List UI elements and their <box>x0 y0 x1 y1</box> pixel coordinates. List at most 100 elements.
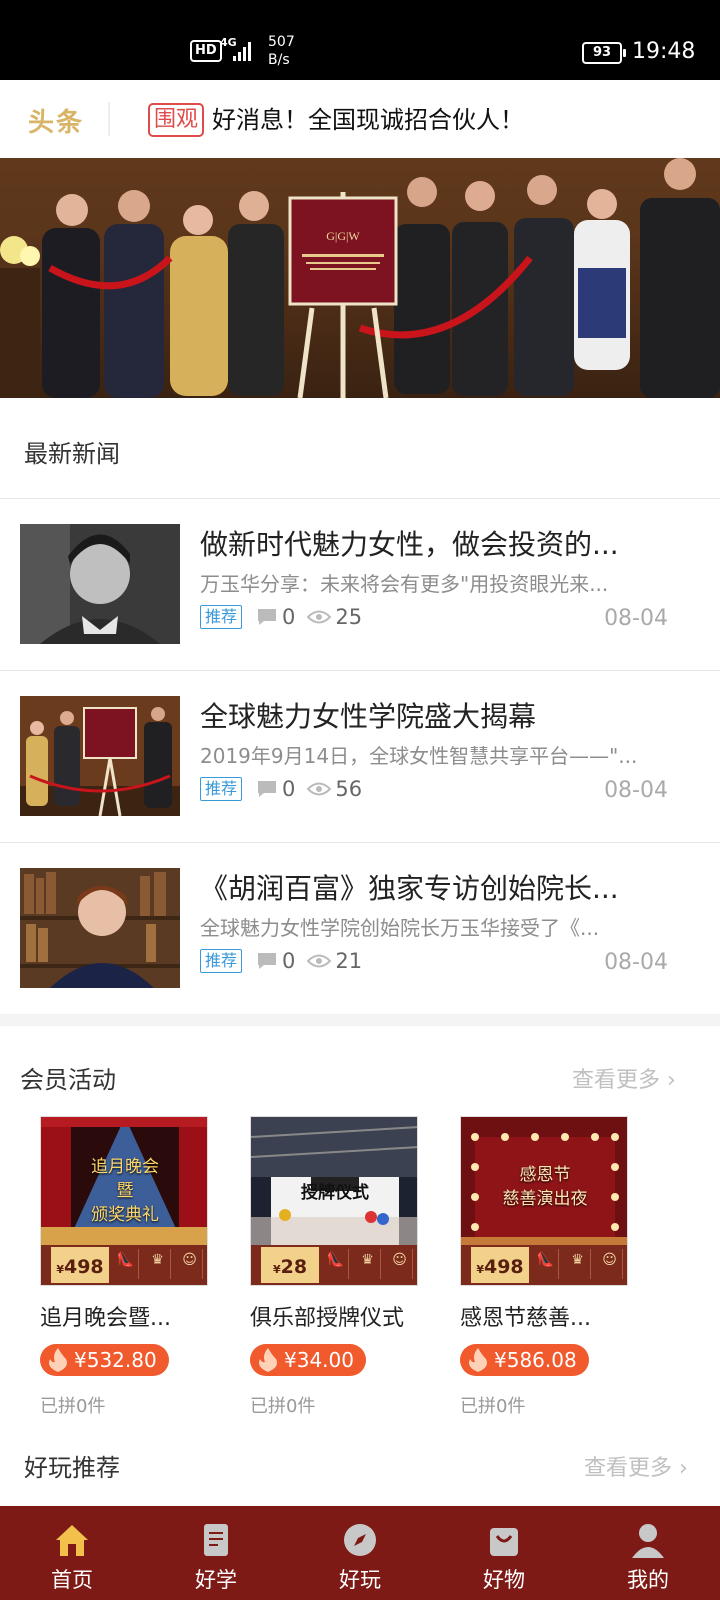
eye-icon <box>307 954 332 968</box>
news-meta: 推荐 0 56 <box>200 774 362 804</box>
comment-icon <box>258 781 277 797</box>
comment-icon <box>258 953 277 969</box>
news-date: 08-04 <box>604 778 668 803</box>
poster-title-line: 颁奖典礼 <box>91 1205 159 1225</box>
activity-card[interactable]: 追月晚会 暨 颁奖典礼 ¥498 👠 ♛ ☺ 追月晚会暨... ¥532.80 … <box>40 1116 212 1417</box>
chevron-right-icon: › <box>679 1456 688 1481</box>
activity-price: ¥34.00 <box>250 1344 366 1376</box>
section-gap <box>0 1014 720 1026</box>
nav-item-play[interactable]: 好玩 <box>288 1506 432 1600</box>
nav-label: 我的 <box>627 1568 669 1592</box>
news-date: 08-04 <box>604 606 668 631</box>
poster-title-line: 暨 <box>116 1181 134 1201</box>
nav-item-learn[interactable]: 好学 <box>144 1506 288 1600</box>
news-item[interactable]: 《胡润百富》独家专访创始院长... 全球魅力女性学院创始院长万玉华接受了《...… <box>0 842 720 1014</box>
network-rate-value: 507 <box>268 34 295 50</box>
member-activities-more-link[interactable]: 查看更多 › <box>572 1062 676 1094</box>
flame-icon <box>259 1348 277 1372</box>
hd-indicator: HD <box>190 40 222 62</box>
poster-perks: 👠 ♛ ☺ <box>113 1249 203 1279</box>
activity-poster[interactable]: 追月晚会 暨 颁奖典礼 ¥498 👠 ♛ ☺ <box>40 1116 208 1286</box>
nav-item-goods[interactable]: 好物 <box>432 1506 576 1600</box>
clock: 19:48 <box>632 39 696 64</box>
news-item[interactable]: 做新时代魅力女性，做会投资的... 万玉华分享：未来将会有更多"用投资眼光来..… <box>0 498 720 670</box>
recommend-badge: 推荐 <box>200 777 243 801</box>
ticker-tag: 围观 <box>148 103 205 137</box>
nav-label: 好玩 <box>339 1568 381 1592</box>
poster-price: ¥498 <box>471 1247 529 1283</box>
poster-price: ¥28 <box>261 1247 319 1283</box>
comment-count: 0 <box>282 605 296 629</box>
award-icon: ♛ <box>355 1249 381 1279</box>
activity-card[interactable]: 感恩节 慈善演出夜 ¥498 👠 ♛ ☺ 感恩节慈善... ¥586.08 已拼… <box>460 1116 632 1417</box>
user-icon <box>632 1524 664 1558</box>
news-summary: 2019年9月14日，全球女性智慧共享平台——"... <box>200 744 638 768</box>
nav-item-mine[interactable]: 我的 <box>576 1506 720 1600</box>
poster-title-line: 追月晚会 <box>91 1157 159 1177</box>
member-activities-title: 会员活动 <box>20 1066 116 1094</box>
battery-indicator: 93 <box>582 42 626 64</box>
nav-item-home[interactable]: 首页 <box>0 1506 144 1600</box>
poster-title-line: 感恩节 <box>519 1165 571 1185</box>
activity-price-value: ¥34.00 <box>284 1348 354 1372</box>
heel-icon: 👠 <box>533 1249 559 1279</box>
nav-label: 好学 <box>195 1568 237 1592</box>
activity-name[interactable]: 俱乐部授牌仪式 <box>250 1304 404 1334</box>
fun-recommend-title: 好玩推荐 <box>24 1454 120 1482</box>
more-link-label: 查看更多 <box>584 1456 673 1481</box>
award-icon: ♛ <box>565 1249 591 1279</box>
news-item[interactable]: 全球魅力女性学院盛大揭幕 2019年9月14日，全球女性智慧共享平台——"...… <box>0 670 720 842</box>
nav-label: 首页 <box>51 1568 93 1592</box>
activity-price-value: ¥532.80 <box>74 1348 157 1372</box>
news-summary: 全球魅力女性学院创始院长万玉华接受了《... <box>200 916 600 940</box>
news-meta: 推荐 0 25 <box>200 602 362 632</box>
person-icon: ☺ <box>387 1249 413 1279</box>
status-bar: HD 4G 507 B/s 93 19:48 <box>0 0 720 80</box>
chevron-right-icon: › <box>667 1068 676 1093</box>
activity-poster[interactable]: 感恩节 慈善演出夜 ¥498 👠 ♛ ☺ <box>460 1116 628 1286</box>
poster-title-line: 授牌仪式 <box>301 1183 369 1203</box>
recommend-badge: 推荐 <box>200 605 243 629</box>
shopping-bag-icon <box>490 1528 518 1556</box>
news-title[interactable]: 做新时代魅力女性，做会投资的... <box>200 526 680 564</box>
plaque-text: G|G|W <box>326 229 360 243</box>
news-thumbnail <box>20 696 180 816</box>
person-icon: ☺ <box>597 1249 623 1279</box>
news-thumbnail <box>20 868 180 988</box>
view-count: 56 <box>335 777 363 801</box>
news-title[interactable]: 全球魅力女性学院盛大揭幕 <box>200 698 680 736</box>
poster-price-value: 28 <box>280 1256 308 1278</box>
poster-footer: ¥28 👠 ♛ ☺ <box>251 1245 417 1285</box>
compass-icon <box>344 1524 376 1556</box>
activity-price-value: ¥586.08 <box>494 1348 577 1372</box>
signal-icon <box>233 42 251 61</box>
more-link-label: 查看更多 <box>572 1068 661 1093</box>
fun-recommend-more-link[interactable]: 查看更多 › <box>584 1450 688 1482</box>
activity-name[interactable]: 追月晚会暨... <box>40 1304 171 1334</box>
news-meta: 推荐 0 21 <box>200 946 362 976</box>
headline-logo: 头条 <box>28 108 85 138</box>
poster-perks: 👠 ♛ ☺ <box>323 1249 413 1279</box>
bottom-nav: 首页 好学 好玩 好物 我的 <box>0 1506 720 1600</box>
notebook-icon <box>204 1524 228 1556</box>
poster-price-value: 498 <box>483 1256 524 1278</box>
comment-count: 0 <box>282 777 296 801</box>
poster-price: ¥498 <box>51 1247 109 1283</box>
ticker-headline[interactable]: 好消息！全国现诚招合伙人！ <box>212 104 524 136</box>
activity-card[interactable]: 授牌仪式 ¥28 👠 ♛ ☺ 俱乐部授牌仪式 ¥34.00 已拼0件 <box>250 1116 422 1417</box>
award-icon: ♛ <box>145 1249 171 1279</box>
headline-ticker[interactable]: 头条 围观 好消息！全国现诚招合伙人！ <box>0 80 720 158</box>
view-count: 25 <box>335 605 363 629</box>
activity-poster[interactable]: 授牌仪式 ¥28 👠 ♛ ☺ <box>250 1116 418 1286</box>
eye-icon <box>307 610 332 624</box>
news-thumbnail <box>20 524 180 644</box>
poster-price-value: 498 <box>63 1256 104 1278</box>
news-title[interactable]: 《胡润百富》独家专访创始院长... <box>200 870 680 908</box>
activity-sold-count: 已拼0件 <box>40 1396 106 1417</box>
poster-perks: 👠 ♛ ☺ <box>533 1249 623 1279</box>
news-summary: 万玉华分享：未来将会有更多"用投资眼光来... <box>200 572 609 596</box>
home-icon <box>56 1525 88 1556</box>
activity-name[interactable]: 感恩节慈善... <box>460 1304 591 1334</box>
banner-carousel[interactable]: G|G|W <box>0 158 720 398</box>
news-date: 08-04 <box>604 950 668 975</box>
